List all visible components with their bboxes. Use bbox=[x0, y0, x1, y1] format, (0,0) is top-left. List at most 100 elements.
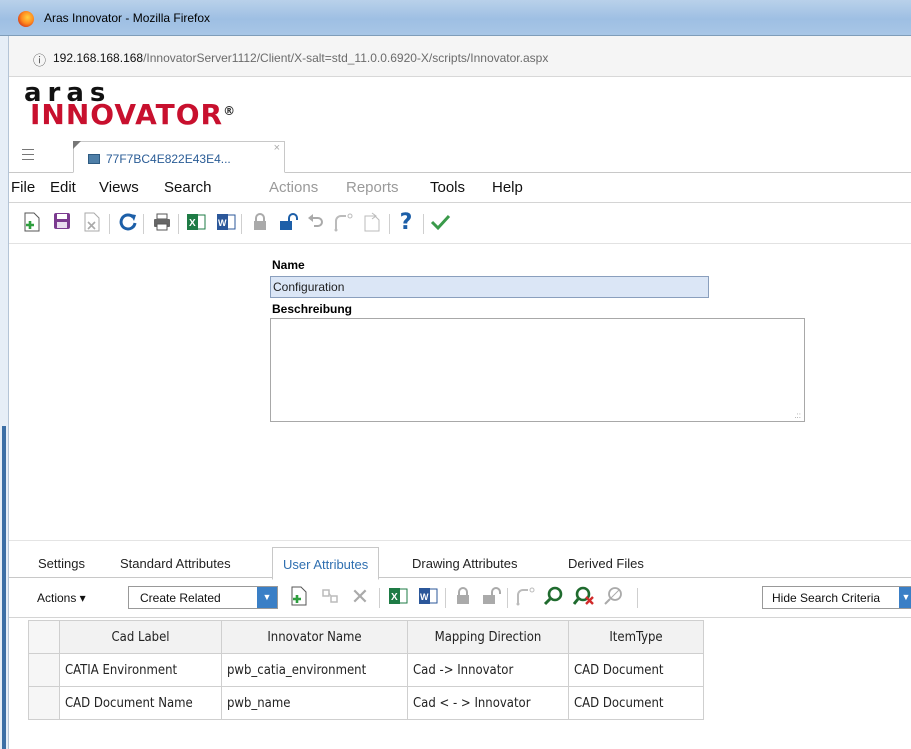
chevron-down-icon[interactable]: ▼ bbox=[899, 587, 911, 608]
document-tab-label: 77F7BC4E822E43E4... bbox=[106, 152, 231, 166]
toolbar-separator bbox=[379, 588, 380, 608]
tab-pin-corner-icon bbox=[73, 141, 81, 149]
menu-search[interactable]: Search bbox=[164, 179, 212, 196]
name-label: Name bbox=[272, 258, 305, 272]
url-host: 192.168.168.168 bbox=[53, 51, 144, 65]
export-word-icon[interactable]: W bbox=[215, 212, 237, 234]
menu-edit[interactable]: Edit bbox=[50, 179, 76, 196]
search-icon[interactable] bbox=[543, 586, 565, 608]
tab-standard-attributes[interactable]: Standard Attributes bbox=[120, 556, 231, 571]
help-icon[interactable]: ? bbox=[395, 212, 417, 234]
window-title: Aras Innovator - Mozilla Firefox bbox=[44, 11, 211, 25]
logo-registered-mark: ® bbox=[223, 104, 237, 118]
name-field[interactable] bbox=[270, 276, 709, 298]
clear-search-icon[interactable] bbox=[572, 586, 595, 608]
export-excel-icon[interactable]: X bbox=[387, 586, 409, 608]
description-textarea[interactable]: .:: bbox=[270, 318, 805, 422]
url-text[interactable]: 192.168.168.168/InnovatorServer1112/Clie… bbox=[53, 51, 548, 65]
menu-reports[interactable]: Reports bbox=[346, 179, 399, 196]
hamburger-menu-icon[interactable] bbox=[22, 149, 34, 161]
cell-itemtype[interactable]: CAD Document bbox=[568, 686, 704, 720]
chevron-down-icon[interactable]: ▼ bbox=[257, 587, 277, 608]
tab-drawing-attributes[interactable]: Drawing Attributes bbox=[412, 556, 518, 571]
save-icon[interactable] bbox=[51, 212, 73, 234]
row-header-corner bbox=[28, 620, 60, 654]
export-word-icon[interactable]: W bbox=[417, 586, 439, 608]
cell-mapping-direction[interactable]: Cad -> Innovator bbox=[407, 653, 569, 687]
cell-mapping-direction[interactable]: Cad < - > Innovator bbox=[407, 686, 569, 720]
svg-text:X: X bbox=[391, 592, 398, 603]
svg-text:W: W bbox=[420, 592, 429, 602]
close-tab-icon[interactable]: × bbox=[274, 142, 280, 154]
lock-icon[interactable] bbox=[452, 586, 474, 608]
toolbar-separator bbox=[637, 588, 638, 608]
delete-row-icon[interactable]: ✕ bbox=[349, 586, 371, 608]
print-icon[interactable] bbox=[151, 212, 173, 234]
menu-tools[interactable]: Tools bbox=[430, 179, 465, 196]
menu-file[interactable]: File bbox=[11, 179, 35, 196]
menu-actions[interactable]: Actions bbox=[269, 179, 318, 196]
hide-search-criteria-label: Hide Search Criteria bbox=[772, 591, 881, 605]
table-row[interactable]: CAD Document Name pwb_name Cad < - > Inn… bbox=[28, 686, 704, 720]
toolbar-separator bbox=[445, 588, 446, 608]
discard-icon[interactable] bbox=[81, 212, 103, 234]
left-edge-stripe bbox=[2, 426, 6, 749]
column-header-cad-label[interactable]: Cad Label bbox=[59, 620, 222, 654]
hide-search-criteria-select[interactable]: Hide Search Criteria ▼ bbox=[762, 586, 911, 609]
actions-dropdown[interactable]: Actions ▾ bbox=[37, 591, 86, 605]
address-bar[interactable]: ⓘ 192.168.168.168/InnovatorServer1112/Cl… bbox=[9, 36, 911, 77]
promote-icon[interactable] bbox=[332, 212, 354, 234]
svg-text:W: W bbox=[218, 218, 227, 228]
new-relationship-icon[interactable] bbox=[288, 586, 310, 608]
undo-icon[interactable] bbox=[305, 212, 327, 234]
window-left-edge bbox=[0, 36, 9, 749]
version-icon[interactable] bbox=[361, 212, 383, 234]
toolbar-separator bbox=[109, 214, 110, 234]
menu-views[interactable]: Views bbox=[99, 179, 139, 196]
grid-header-row: Cad Label Innovator Name Mapping Directi… bbox=[28, 620, 704, 654]
resize-grip-icon[interactable]: .:: bbox=[794, 411, 801, 420]
column-header-mapping-direction[interactable]: Mapping Direction bbox=[407, 620, 569, 654]
cell-innovator-name[interactable]: pwb_catia_environment bbox=[221, 653, 408, 687]
document-tab-strip: 77F7BC4E822E43E4... × bbox=[9, 138, 911, 173]
export-excel-icon[interactable]: X bbox=[185, 212, 207, 234]
unlock-icon[interactable] bbox=[480, 586, 502, 608]
promote-icon[interactable] bbox=[514, 586, 536, 608]
cell-itemtype[interactable]: CAD Document bbox=[568, 653, 704, 687]
menu-help[interactable]: Help bbox=[492, 179, 523, 196]
table-row[interactable]: CATIA Environment pwb_catia_environment … bbox=[28, 653, 704, 687]
toolbar-separator bbox=[507, 588, 508, 608]
column-header-innovator-name[interactable]: Innovator Name bbox=[221, 620, 408, 654]
toolbar-separator bbox=[423, 214, 424, 234]
tab-derived-files[interactable]: Derived Files bbox=[568, 556, 644, 571]
svg-text:X: X bbox=[189, 218, 196, 229]
toolbar-separator bbox=[143, 214, 144, 234]
column-header-itemtype[interactable]: ItemType bbox=[568, 620, 704, 654]
create-related-select[interactable]: Create Related ▼ bbox=[128, 586, 278, 609]
row-selector[interactable] bbox=[28, 686, 60, 720]
refresh-icon[interactable] bbox=[117, 212, 139, 234]
cell-cad-label[interactable]: CAD Document Name bbox=[59, 686, 222, 720]
pick-related-icon[interactable] bbox=[319, 586, 341, 608]
document-tab[interactable]: 77F7BC4E822E43E4... × bbox=[73, 141, 285, 173]
done-icon[interactable] bbox=[429, 212, 451, 234]
search-disabled-icon[interactable] bbox=[603, 586, 625, 608]
description-label: Beschreibung bbox=[272, 302, 353, 316]
tab-settings[interactable]: Settings bbox=[38, 556, 85, 571]
logo-innovator-text: INNOVATOR® bbox=[30, 99, 236, 131]
site-info-icon[interactable]: ⓘ bbox=[33, 50, 46, 69]
cell-cad-label[interactable]: CATIA Environment bbox=[59, 653, 222, 687]
unlock-icon[interactable] bbox=[277, 212, 299, 234]
row-selector[interactable] bbox=[28, 653, 60, 687]
lock-icon[interactable] bbox=[249, 212, 271, 234]
logo-innovator-word: INNOVATOR bbox=[30, 98, 224, 131]
window-titlebar: Aras Innovator - Mozilla Firefox bbox=[0, 0, 911, 36]
create-related-label: Create Related bbox=[140, 591, 221, 605]
tab-user-attributes[interactable]: User Attributes bbox=[272, 547, 380, 580]
cell-innovator-name[interactable]: pwb_name bbox=[221, 686, 408, 720]
relationship-toolbar: Actions ▾ Create Related ▼ ✕ X W Hide Se… bbox=[9, 578, 911, 618]
url-path: /InnovatorServer1112/Client/X-salt=std_1… bbox=[143, 51, 549, 65]
new-item-icon[interactable] bbox=[21, 212, 43, 234]
menu-bar: File Edit Views Search Actions Reports T… bbox=[9, 174, 911, 203]
user-attributes-grid: Cad Label Innovator Name Mapping Directi… bbox=[28, 620, 704, 720]
